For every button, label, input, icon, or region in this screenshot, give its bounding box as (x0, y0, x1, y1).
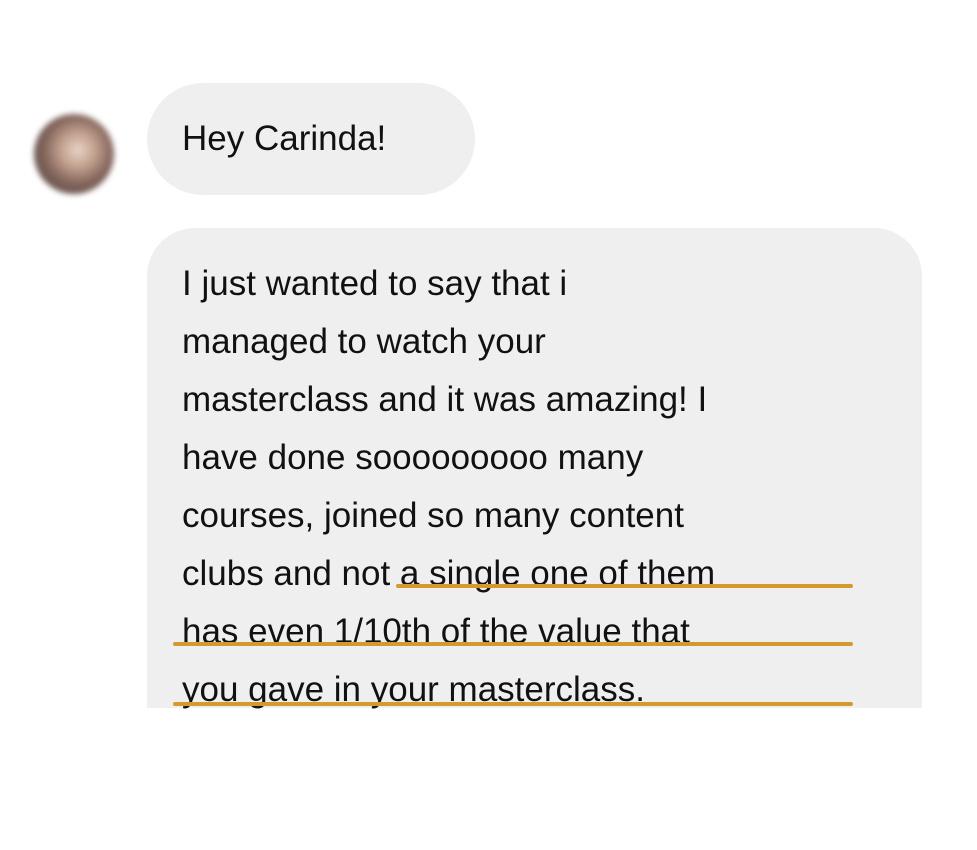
message-bubble-greeting[interactable]: Hey Carinda! (147, 83, 475, 195)
highlight-underline (173, 702, 853, 706)
message-text-line: you gave in your masterclass. (182, 670, 645, 709)
message-text-line: Hey Carinda! (182, 119, 387, 158)
message-text-line: courses, joined so many content (182, 496, 684, 535)
highlight-underline (396, 584, 853, 588)
message-bubble-masterclass-feedback[interactable]: I just wanted to say that i managed to w… (147, 228, 922, 709)
highlight-underline (173, 642, 853, 646)
message-text-line: managed to watch your (182, 322, 546, 361)
message-text-line: clubs and not a single one of them (182, 554, 716, 593)
message-text-line: has even 1/10th of the value that (182, 612, 690, 651)
message-text-line: have done sooooooooo many (182, 438, 644, 477)
message-text-line: masterclass and it was amazing! I (182, 380, 708, 419)
message-text-line: I just wanted to say that i (182, 264, 568, 303)
sender-avatar[interactable] (34, 114, 114, 194)
